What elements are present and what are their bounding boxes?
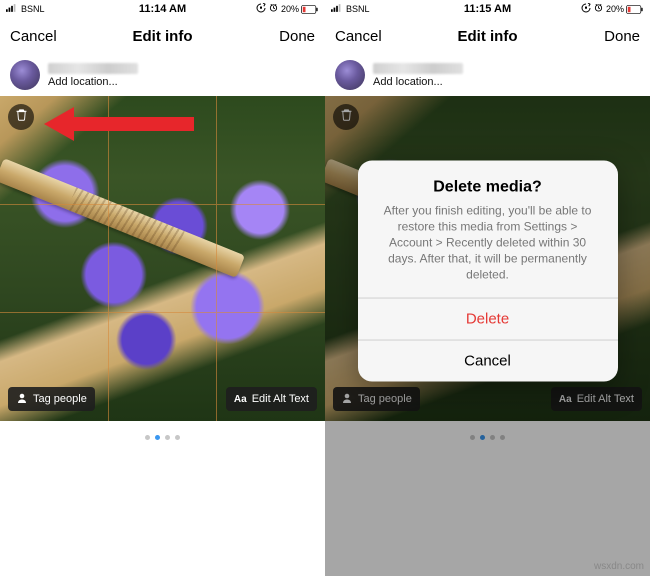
tag-people-label: Tag people xyxy=(33,393,87,405)
dialog-message: After you finish editing, you'll be able… xyxy=(376,202,600,283)
dot xyxy=(490,435,495,440)
delete-media-button[interactable] xyxy=(333,104,359,130)
clock: 11:14 AM xyxy=(139,3,186,15)
watermark: wsxdn.com xyxy=(594,561,644,572)
done-button[interactable]: Done xyxy=(604,28,640,45)
photo-carousel[interactable]: Tag people Aa Edit Alt Text xyxy=(0,96,325,421)
dot-active xyxy=(155,435,160,440)
edit-alt-text-button[interactable]: Aa Edit Alt Text xyxy=(226,387,317,411)
statusbar: BSNL 11:15 AM 20% xyxy=(325,0,650,18)
tag-people-button[interactable]: Tag people xyxy=(333,387,420,411)
edit-alt-text-button[interactable]: Aa Edit Alt Text xyxy=(551,387,642,411)
avatar[interactable] xyxy=(10,60,40,90)
dialog-cancel-button[interactable]: Cancel xyxy=(358,339,618,381)
trash-icon xyxy=(15,108,28,126)
username-blurred xyxy=(48,63,138,74)
add-location-button[interactable]: Add location... xyxy=(373,76,463,88)
dot xyxy=(500,435,505,440)
trash-icon xyxy=(340,108,353,126)
navbar: Cancel Edit info Done xyxy=(0,18,325,54)
carousel-dots xyxy=(325,421,650,454)
dot xyxy=(470,435,475,440)
done-button[interactable]: Done xyxy=(279,28,315,45)
post-header: Add location... xyxy=(325,54,650,96)
aa-icon: Aa xyxy=(234,394,247,405)
delete-dialog: Delete media? After you finish editing, … xyxy=(358,160,618,381)
dot xyxy=(145,435,150,440)
username-blurred xyxy=(373,63,463,74)
tag-people-button[interactable]: Tag people xyxy=(8,387,95,411)
add-location-button[interactable]: Add location... xyxy=(48,76,138,88)
dot-active xyxy=(480,435,485,440)
screen-right: BSNL 11:15 AM 20% Cancel Edit info Done xyxy=(325,0,650,576)
dialog-title: Delete media? xyxy=(376,178,600,196)
alt-text-label: Edit Alt Text xyxy=(252,393,309,405)
avatar[interactable] xyxy=(335,60,365,90)
carousel-dots xyxy=(0,421,325,454)
dialog-delete-button[interactable]: Delete xyxy=(358,297,618,339)
dot xyxy=(165,435,170,440)
cancel-button[interactable]: Cancel xyxy=(335,28,382,45)
navbar: Cancel Edit info Done xyxy=(325,18,650,54)
statusbar: BSNL 11:14 AM 20% xyxy=(0,0,325,18)
cancel-button[interactable]: Cancel xyxy=(10,28,57,45)
person-icon xyxy=(341,392,353,407)
aa-icon: Aa xyxy=(559,394,572,405)
screen-left: BSNL 11:14 AM 20% Cancel Edit info Done xyxy=(0,0,325,576)
dot xyxy=(175,435,180,440)
post-header: Add location... xyxy=(0,54,325,96)
clock: 11:15 AM xyxy=(464,3,511,15)
person-icon xyxy=(16,392,28,407)
delete-media-button[interactable] xyxy=(8,104,34,130)
tag-people-label: Tag people xyxy=(358,393,412,405)
alt-text-label: Edit Alt Text xyxy=(577,393,634,405)
grid-overlay xyxy=(0,96,325,421)
